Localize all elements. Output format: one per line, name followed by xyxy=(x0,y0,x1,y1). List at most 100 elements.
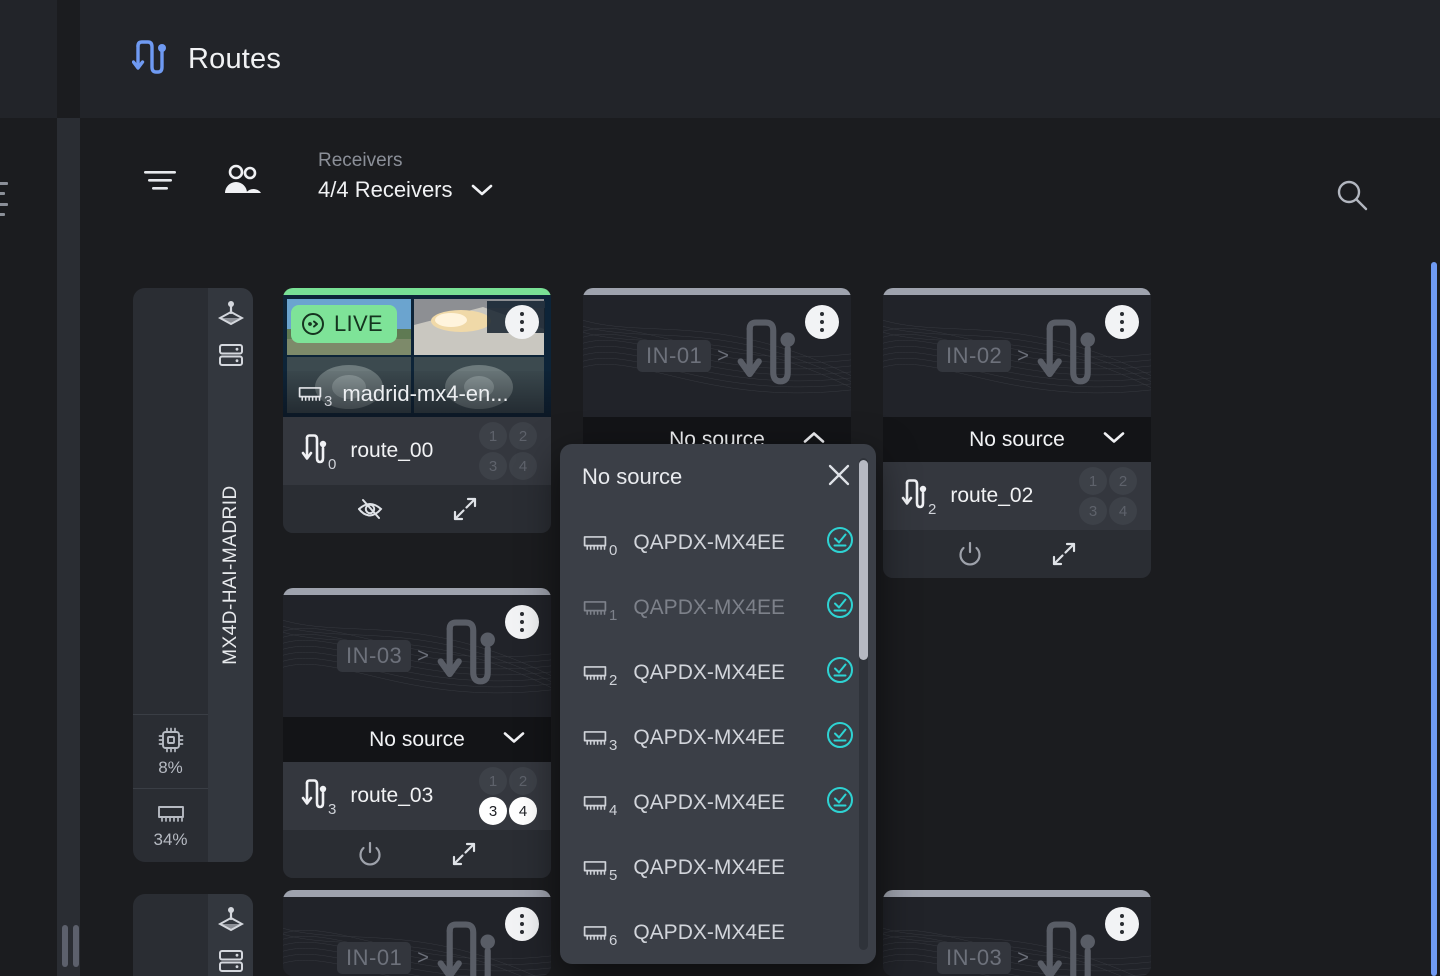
route-info-row: 3 route_03 1 2 3 4 xyxy=(283,762,551,830)
input-chip: IN-01 xyxy=(337,942,411,974)
chip-icon-index: 4 xyxy=(609,803,617,818)
splitter-drag-handle[interactable] xyxy=(62,925,79,967)
arrow-glyph: > xyxy=(417,947,429,970)
route-pin-1[interactable]: 1 xyxy=(479,422,507,450)
live-badge: LIVE xyxy=(291,305,397,343)
kebab-menu-icon[interactable] xyxy=(805,305,839,339)
route-pin-2[interactable]: 2 xyxy=(509,767,537,795)
kebab-menu-icon[interactable] xyxy=(505,305,539,339)
route-name: route_00 xyxy=(350,439,433,463)
kebab-menu-icon[interactable] xyxy=(1105,305,1139,339)
route-pin-grid: 1 2 3 4 xyxy=(479,767,537,825)
card-thumbnail[interactable]: LIVE 3 madrid-mx4-en... xyxy=(283,295,551,417)
route-pin-3[interactable]: 3 xyxy=(1079,497,1107,525)
receivers-group-icon[interactable] xyxy=(218,156,266,204)
chevron-down-icon xyxy=(1103,430,1125,449)
card-thumbnail[interactable]: IN-03 > xyxy=(883,897,1151,976)
page-scrollbar[interactable] xyxy=(1431,262,1437,976)
route-pin-4[interactable]: 4 xyxy=(1109,497,1137,525)
kebab-menu-icon[interactable] xyxy=(505,605,539,639)
expand-icon[interactable] xyxy=(451,495,479,523)
check-circle-icon[interactable] xyxy=(826,656,854,689)
dropdown-item[interactable]: 5 QAPDX-MX4EE xyxy=(560,835,876,900)
receivers-select-value: 4/4 Receivers xyxy=(318,174,453,206)
route-pin-4[interactable]: 4 xyxy=(509,797,537,825)
dropdown-item[interactable]: 6 QAPDX-MX4EE xyxy=(560,900,876,964)
live-badge-label: LIVE xyxy=(334,311,383,337)
card-thumbnail[interactable]: IN-01 > xyxy=(583,295,851,417)
route-pin-2[interactable]: 2 xyxy=(509,422,537,450)
route-card-in-01[interactable]: IN-01 > No source xyxy=(583,288,851,462)
card-thumbnail[interactable]: IN-01 > xyxy=(283,897,551,976)
eye-off-icon[interactable] xyxy=(355,494,385,524)
route-pin-3[interactable]: 3 xyxy=(479,452,507,480)
server-icon[interactable] xyxy=(218,342,244,368)
input-chip: IN-01 xyxy=(637,340,711,372)
power-icon[interactable] xyxy=(356,840,384,868)
live-dot-icon xyxy=(301,312,325,336)
route-pin-1[interactable]: 1 xyxy=(479,767,507,795)
list-menu-icon[interactable] xyxy=(0,182,10,216)
chip-icon-index: 1 xyxy=(609,608,617,623)
check-circle-icon[interactable] xyxy=(826,786,854,819)
card-status-bar xyxy=(283,588,551,595)
source-dropdown[interactable]: No source 0 xyxy=(560,444,876,964)
card-action-row xyxy=(283,830,551,878)
dropdown-item[interactable]: 4 QAPDX-MX4EE xyxy=(560,770,876,835)
chip-icon-index: 5 xyxy=(609,868,617,883)
device-stat-cpu: 8% xyxy=(133,714,208,788)
device-stat-memory: 34% xyxy=(133,788,208,862)
route-info-row: 2 route_02 1 2 3 4 xyxy=(883,462,1151,530)
route-info-row: 0 route_00 1 2 3 4 xyxy=(283,417,551,485)
expand-icon[interactable] xyxy=(1050,540,1078,568)
route-pin-icon: 3 xyxy=(301,779,336,813)
check-circle-icon[interactable] xyxy=(826,721,854,754)
route-pin-1[interactable]: 1 xyxy=(1079,467,1107,495)
server-icon[interactable] xyxy=(218,948,244,974)
route-card-row2-in-01[interactable]: IN-01 > xyxy=(283,890,551,976)
device-rail: MX4D-HAI-MADRID xyxy=(208,288,253,862)
dropdown-item[interactable]: 2 QAPDX-MX4EE xyxy=(560,640,876,705)
dropdown-scrollbar-thumb[interactable] xyxy=(859,460,868,660)
route-card-route-03[interactable]: IN-03 > No source xyxy=(283,588,551,878)
card-thumbnail[interactable]: IN-02 > xyxy=(883,295,1151,417)
route-pin-4[interactable]: 4 xyxy=(509,452,537,480)
kebab-menu-icon[interactable] xyxy=(1105,907,1139,941)
kebab-menu-icon[interactable] xyxy=(505,907,539,941)
chip-icon: 4 xyxy=(582,792,617,814)
filter-icon[interactable] xyxy=(138,158,182,202)
dropdown-item-label: QAPDX-MX4EE xyxy=(633,596,810,620)
arrow-glyph: > xyxy=(1017,345,1029,368)
route-card-row2-in-03[interactable]: IN-03 > xyxy=(883,890,1151,976)
check-circle-icon[interactable] xyxy=(826,591,854,624)
receivers-select[interactable]: Receivers 4/4 Receivers xyxy=(318,148,493,206)
route-placeholder-icon xyxy=(1035,318,1097,394)
dropdown-item[interactable]: 1 QAPDX-MX4EE xyxy=(560,575,876,640)
search-icon[interactable] xyxy=(1330,173,1374,217)
route-placeholder-icon xyxy=(435,920,497,976)
joystick-icon[interactable] xyxy=(218,906,244,934)
card-thumbnail[interactable]: IN-03 > xyxy=(283,595,551,717)
dropdown-item-label: QAPDX-MX4EE xyxy=(633,661,810,685)
device-group-madrid: 8% 34% xyxy=(133,288,253,862)
dropdown-header: No source xyxy=(560,444,876,510)
expand-icon[interactable] xyxy=(450,840,478,868)
route-card-route-00[interactable]: LIVE 3 madrid-mx4-en... xyxy=(283,288,551,533)
source-select-bar[interactable]: No source xyxy=(283,717,551,762)
route-card-route-02[interactable]: IN-02 > No source xyxy=(883,288,1151,578)
arrow-glyph: > xyxy=(717,345,729,368)
dropdown-item[interactable]: 0 QAPDX-MX4EE xyxy=(560,510,876,575)
dropdown-item-label: QAPDX-MX4EE xyxy=(633,921,854,945)
memory-icon xyxy=(156,802,186,826)
device-group-name: MX4D-HAI-MADRID xyxy=(220,485,242,665)
route-pin-2[interactable]: 2 xyxy=(1109,467,1137,495)
close-icon[interactable] xyxy=(826,462,852,493)
source-select-bar[interactable]: No source xyxy=(883,417,1151,462)
route-pin-3[interactable]: 3 xyxy=(479,797,507,825)
power-icon[interactable] xyxy=(956,540,984,568)
check-circle-icon[interactable] xyxy=(826,526,854,559)
panel-splitter[interactable] xyxy=(57,118,80,976)
device-stats-column: 8% 34% xyxy=(133,288,208,862)
dropdown-item[interactable]: 3 QAPDX-MX4EE xyxy=(560,705,876,770)
joystick-icon[interactable] xyxy=(218,300,244,328)
